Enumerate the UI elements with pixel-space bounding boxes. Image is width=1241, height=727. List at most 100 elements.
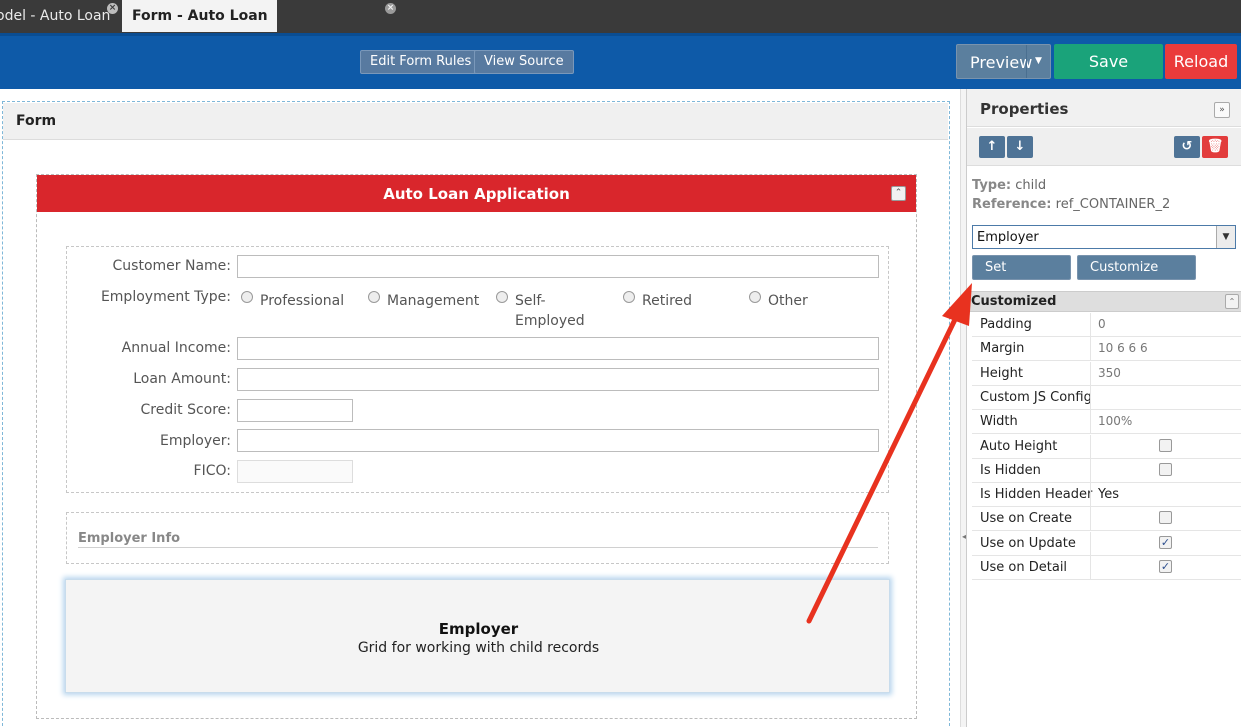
divider: [78, 547, 878, 548]
customize-form-button[interactable]: Customize Form: [1077, 255, 1196, 298]
radio-label: Professional: [260, 293, 345, 309]
property-key: Padding: [980, 317, 1032, 332]
checkbox-checked[interactable]: ✓: [1159, 535, 1172, 549]
employer-input[interactable]: [237, 429, 879, 452]
property-row[interactable]: Height 350: [972, 361, 1241, 386]
property-key: Width: [980, 414, 1018, 430]
properties-title: Properties: [980, 100, 1069, 118]
type-key: Type:: [972, 178, 1012, 193]
view-source-button[interactable]: View Source: [474, 50, 574, 74]
preview-button[interactable]: Preview ▼: [956, 44, 1051, 79]
radio-management[interactable]: Management: [368, 289, 483, 309]
properties-panel: Properties » ↑ ↓ ↺ 🗑 Type: child Referen…: [967, 89, 1241, 727]
checkbox[interactable]: [1159, 438, 1172, 452]
caret-down-icon[interactable]: ▼: [1026, 45, 1050, 78]
divider: [1090, 385, 1091, 410]
move-down-icon[interactable]: ↓: [1007, 136, 1033, 158]
property-row[interactable]: Margin 10 6 6 6: [972, 337, 1241, 362]
radio-professional[interactable]: Professional: [241, 289, 351, 309]
auto-loan-panel-header[interactable]: Auto Loan Application ⌃: [37, 175, 916, 212]
loan-amount-label: Loan Amount:: [133, 371, 231, 387]
radio-button[interactable]: [368, 291, 380, 303]
expand-right-icon[interactable]: »: [1214, 102, 1230, 118]
grid-title: Employer: [438, 620, 519, 638]
save-button[interactable]: Save: [1054, 44, 1163, 79]
property-key: Is Hidden: [980, 462, 1041, 478]
property-value[interactable]: Yes: [1098, 487, 1119, 502]
annual-income-input[interactable]: [237, 337, 879, 360]
credit-score-label: Credit Score:: [140, 402, 231, 418]
credit-score-input[interactable]: [237, 399, 353, 422]
property-value[interactable]: 350: [1098, 366, 1121, 380]
radio-label: Management: [387, 293, 480, 309]
property-row[interactable]: Width 100%: [972, 410, 1241, 435]
property-row[interactable]: Is Hidden Header Yes: [972, 483, 1241, 508]
reference-value: ref_CONTAINER_2: [1055, 197, 1171, 212]
type-value: child: [1015, 178, 1047, 193]
checkbox[interactable]: [1159, 511, 1172, 525]
tab-bar: odel - Auto Loan × Form - Auto Loan ×: [0, 0, 1241, 33]
trash-icon[interactable]: 🗑: [1202, 136, 1228, 158]
property-row[interactable]: Is Hidden: [972, 458, 1241, 483]
chevron-down-icon[interactable]: ▼: [1216, 226, 1235, 248]
divider: [1090, 410, 1091, 435]
divider: [1090, 556, 1091, 580]
customized-title: Customized: [971, 294, 1057, 309]
property-row[interactable]: Use on Create: [972, 507, 1241, 532]
property-row[interactable]: Use on Update ✓: [972, 531, 1241, 556]
divider: [1090, 507, 1091, 532]
divider: [1090, 361, 1091, 386]
radio-self-employed[interactable]: Self- Employed: [496, 289, 606, 331]
customer-name-input[interactable]: [237, 255, 879, 278]
tab-form-auto-loan[interactable]: Form - Auto Loan ×: [122, 0, 396, 32]
property-key: Auto Height: [980, 438, 1058, 454]
property-key: Custom JS Config: [980, 389, 1092, 405]
edit-form-rules-button[interactable]: Edit Form Rules: [360, 50, 482, 74]
component-select[interactable]: Employer ▼: [972, 225, 1236, 249]
loan-amount-input[interactable]: [237, 368, 879, 391]
fico-input[interactable]: [237, 460, 353, 483]
tab-label: Form - Auto Loan: [132, 8, 268, 24]
divider: [1090, 483, 1091, 508]
panel-title: Auto Loan Application: [383, 185, 570, 203]
divider: [1090, 531, 1091, 556]
property-key: Height: [980, 365, 1023, 381]
move-up-icon[interactable]: ↑: [979, 136, 1005, 158]
panel-splitter[interactable]: ◂: [960, 89, 967, 727]
customer-name-label: Customer Name:: [112, 258, 231, 274]
reload-button[interactable]: Reload: [1165, 44, 1237, 79]
undo-icon[interactable]: ↺: [1174, 136, 1200, 158]
set-columns-button[interactable]: Set Columns: [972, 255, 1071, 298]
collapse-icon[interactable]: ⌃: [1225, 294, 1239, 309]
reference-line: Reference: ref_CONTAINER_2: [972, 197, 1170, 212]
caret-left-icon[interactable]: ◂: [962, 532, 966, 541]
property-row[interactable]: Use on Detail ✓: [972, 556, 1241, 580]
radio-label: Self- Employed: [515, 293, 585, 329]
close-icon[interactable]: ×: [107, 3, 118, 14]
tab-model-auto-loan[interactable]: odel - Auto Loan ×: [0, 0, 121, 32]
employer-info-section[interactable]: Employer Info: [66, 512, 889, 564]
property-key: Use on Create: [980, 511, 1072, 527]
employment-type-label: Employment Type:: [100, 289, 231, 305]
employer-grid[interactable]: Employer Grid for working with child rec…: [65, 579, 890, 693]
property-key: Is Hidden Header: [980, 487, 1093, 503]
radio-retired[interactable]: Retired: [623, 289, 723, 309]
property-value[interactable]: 10 6 6 6: [1098, 341, 1148, 355]
radio-button[interactable]: [749, 291, 761, 303]
customized-section-header[interactable]: Customized ⌃: [967, 291, 1241, 312]
collapse-icon[interactable]: ⌃: [891, 186, 906, 201]
checkbox[interactable]: [1159, 462, 1172, 476]
property-value[interactable]: 0: [1098, 317, 1106, 331]
property-row[interactable]: Custom JS Config: [972, 385, 1241, 410]
radio-button[interactable]: [241, 291, 253, 303]
property-value[interactable]: 100%: [1098, 414, 1132, 428]
radio-other[interactable]: Other: [749, 289, 829, 309]
property-row[interactable]: Padding 0: [972, 313, 1241, 337]
radio-button[interactable]: [623, 291, 635, 303]
property-row[interactable]: Auto Height: [972, 434, 1241, 459]
divider: [1090, 458, 1091, 483]
checkbox-checked[interactable]: ✓: [1159, 560, 1172, 573]
radio-button[interactable]: [496, 291, 508, 303]
close-icon[interactable]: ×: [385, 3, 396, 14]
annual-income-label: Annual Income:: [121, 340, 231, 356]
